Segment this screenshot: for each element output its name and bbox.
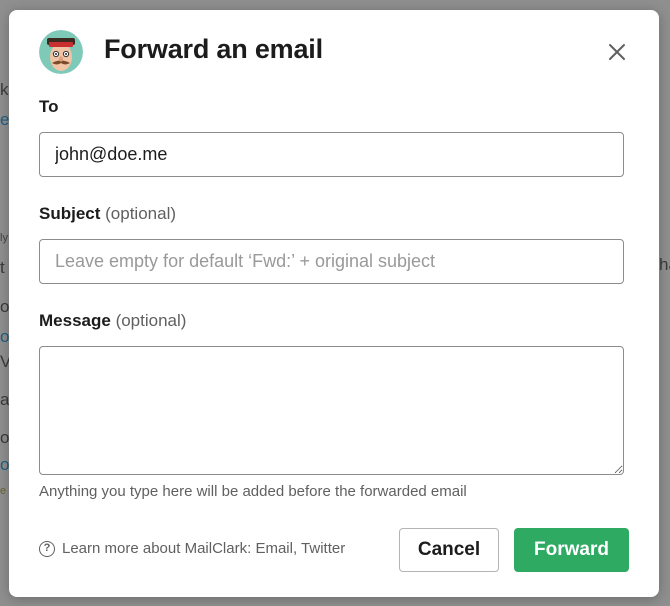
- mailclark-avatar: [39, 30, 83, 74]
- email-link[interactable]: Email: [255, 540, 293, 557]
- forward-button[interactable]: Forward: [514, 528, 629, 572]
- background-text: e: [0, 485, 7, 497]
- message-optional-text: (optional): [115, 311, 187, 330]
- question-icon: ?: [39, 540, 55, 557]
- background-text: ly: [0, 232, 8, 244]
- message-hint: Anything you type here will be added bef…: [39, 483, 467, 500]
- message-label: Message (optional): [39, 311, 186, 331]
- message-textarea[interactable]: [39, 346, 624, 475]
- message-label-text: Message: [39, 311, 111, 330]
- cancel-button[interactable]: Cancel: [399, 528, 499, 572]
- help-footer: ? Learn more about MailClark: Email, Twi…: [39, 540, 345, 557]
- dialog-title: Forward an email: [104, 34, 323, 64]
- subject-optional-text: (optional): [105, 204, 177, 223]
- subject-label: Subject (optional): [39, 204, 176, 224]
- background-text: ha: [659, 255, 670, 274]
- to-label: To: [39, 97, 59, 116]
- to-input[interactable]: [39, 132, 624, 177]
- close-icon: [609, 44, 625, 60]
- subject-label-text: Subject: [39, 204, 101, 223]
- dialog-header: Forward an email: [39, 30, 639, 76]
- help-prefix: Learn more about MailClark:: [62, 540, 252, 557]
- close-button[interactable]: [605, 40, 629, 64]
- help-text: Learn more about MailClark: Email, Twitt…: [62, 540, 346, 557]
- background-text: k: [0, 80, 9, 99]
- forward-email-dialog: Forward an email To Subject (optional) M…: [9, 10, 659, 597]
- background-text: t: [0, 258, 5, 277]
- subject-input[interactable]: [39, 239, 624, 284]
- twitter-link[interactable]: Twitter: [301, 540, 345, 557]
